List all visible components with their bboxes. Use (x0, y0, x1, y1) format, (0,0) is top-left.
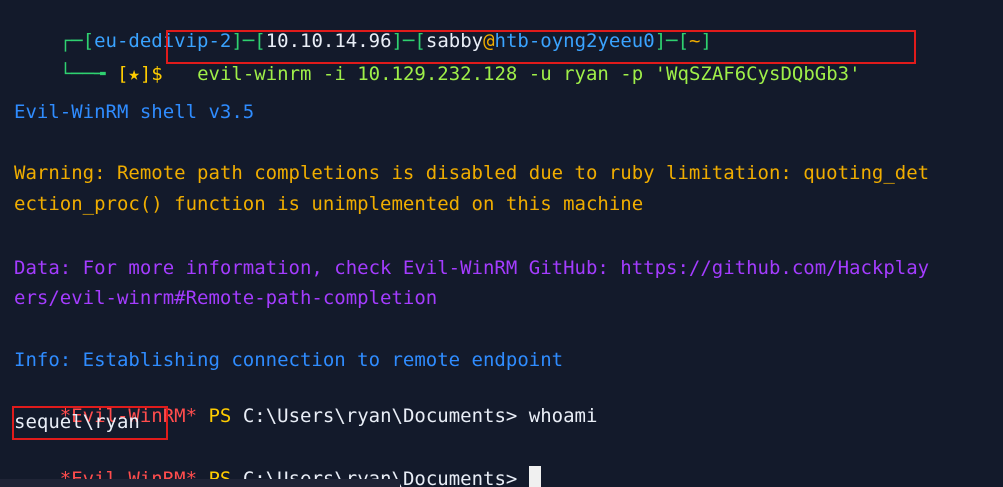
info-line: Info: Establishing connection to remote … (14, 349, 564, 371)
shell-banner: Evil-WinRM shell v3.5 (14, 101, 255, 123)
ps-spacer (517, 468, 528, 487)
warning-line-2: ection_proc() function is unimplemented … (14, 193, 644, 215)
terminal-cursor[interactable] (528, 466, 541, 487)
prompt-corner: └──╼ (59, 63, 117, 85)
command-text: evil-winrm -i 10.129.232.128 -u ryan -p … (197, 63, 861, 85)
data-line-2: ers/evil-winrm#Remote-path-completion (14, 287, 438, 309)
command-highlight-box (166, 30, 916, 64)
ps-command: whoami (517, 405, 598, 427)
ps-label: PS (197, 405, 243, 427)
ps-prompt-1: *Evil-WinRM* PS C:\Users\ryan\Documents>… (14, 377, 598, 427)
terminal-window[interactable]: ┌─[eu-dedivip-2]─[10.10.14.96]─[sabby@ht… (0, 0, 1003, 487)
warning-line-1: Warning: Remote path completions is disa… (14, 162, 930, 184)
ps-path: C:\Users\ryan\Documents> (242, 405, 518, 427)
ps-prompt-2: *Evil-WinRM* PS C:\Users\ryan\Documents> (14, 440, 541, 487)
prompt-line-1: ┌─[eu-dedivip-2]─[10.10.14.96]─[sabby@ht… (14, 2, 712, 52)
data-line-1: Data: For more information, check Evil-W… (14, 257, 930, 279)
prompt-star: [★]$ (116, 63, 163, 85)
result-highlight-box (12, 406, 168, 440)
bottom-strip (0, 479, 400, 487)
